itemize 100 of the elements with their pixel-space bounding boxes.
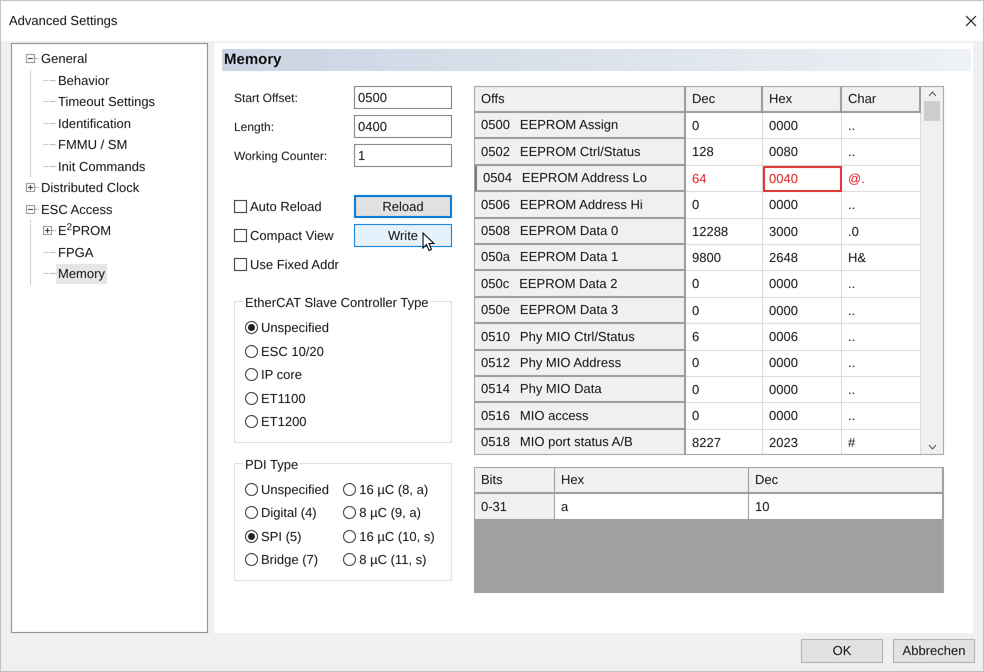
row-header[interactable]: 0514 Phy MIO Data bbox=[475, 376, 686, 404]
row-header[interactable]: 050a EEPROM Data 1 bbox=[475, 244, 686, 272]
dialog-button[interactable]: Abbrechen bbox=[893, 639, 975, 663]
table-cell[interactable]: 0040 bbox=[763, 166, 842, 192]
table-cell[interactable]: 0000 bbox=[763, 113, 842, 140]
column-header[interactable]: Dec bbox=[749, 468, 943, 494]
column-header[interactable]: Char bbox=[842, 87, 921, 113]
row-header[interactable]: 0512 Phy MIO Address bbox=[475, 350, 686, 377]
row-header[interactable]: 0500 EEPROM Assign bbox=[475, 113, 686, 140]
checkbox-label: Auto Reload bbox=[250, 198, 322, 216]
row-header[interactable]: 0504 EEPROM Address Lo bbox=[475, 166, 686, 192]
register-name: EEPROM Data 3 bbox=[520, 301, 618, 320]
input-field[interactable]: 1 bbox=[354, 144, 452, 167]
table-cell[interactable]: 0000 bbox=[763, 403, 842, 430]
row-header[interactable]: 0508 EEPROM Data 0 bbox=[475, 218, 686, 245]
table-cell: 0 bbox=[686, 192, 763, 219]
table-cell: 9800 bbox=[686, 244, 763, 272]
radio-label: 16 µC (10, s) bbox=[359, 528, 435, 546]
register-name: EEPROM Assign bbox=[520, 116, 618, 134]
row-header[interactable]: 0510 Phy MIO Ctrl/Status bbox=[475, 324, 686, 351]
checkbox-label: Use Fixed Addr bbox=[250, 256, 339, 274]
table-cell[interactable]: 0000 bbox=[763, 192, 842, 219]
table-cell[interactable]: 0000 bbox=[763, 376, 842, 404]
table-cell[interactable]: 0006 bbox=[763, 324, 842, 351]
table-cell[interactable]: 0000 bbox=[763, 350, 842, 377]
register-name: MIO port status A/B bbox=[520, 433, 633, 452]
offset-text: 0518 bbox=[481, 433, 510, 452]
tree-item[interactable]: Memory bbox=[56, 264, 107, 284]
tree-item[interactable]: ESC Access bbox=[39, 200, 115, 219]
table-cell: 0 bbox=[686, 298, 763, 324]
offset-text: 0502 bbox=[481, 142, 510, 161]
table-cell[interactable]: 0080 bbox=[763, 139, 842, 166]
register-name: Phy MIO Data bbox=[520, 380, 602, 398]
tree-item[interactable]: Behavior bbox=[56, 70, 112, 90]
radio-label: ET1100 bbox=[261, 390, 306, 408]
row-header[interactable]: 050c EEPROM Data 2 bbox=[475, 271, 686, 298]
table-cell[interactable]: 3000 bbox=[763, 218, 842, 245]
table-cell: 0 bbox=[686, 403, 763, 430]
tree-item[interactable]: Timeout Settings bbox=[56, 92, 158, 112]
row-header[interactable]: 0518 MIO port status A/B bbox=[475, 430, 686, 454]
offset-text: 0510 bbox=[481, 328, 510, 346]
tree-item[interactable]: E$^{2}$PROM bbox=[56, 221, 114, 240]
tree-item[interactable]: Init Commands bbox=[56, 156, 148, 176]
offset-text: 050c bbox=[481, 274, 510, 293]
row-header[interactable]: 0502 EEPROM Ctrl/Status bbox=[475, 139, 686, 166]
table-cell: 8227 bbox=[686, 430, 763, 454]
table-cell: 0 bbox=[686, 271, 763, 298]
table-cell: 10 bbox=[749, 494, 943, 520]
register-name: EEPROM Data 0 bbox=[520, 222, 618, 240]
column-header[interactable]: Dec bbox=[686, 87, 763, 113]
row-header[interactable]: 0506 EEPROM Address Hi bbox=[475, 192, 686, 219]
column-header[interactable]: Hex bbox=[763, 87, 842, 113]
radio-label: ET1200 bbox=[261, 413, 307, 431]
offset-text: 0508 bbox=[481, 222, 510, 240]
offset-text: 0512 bbox=[481, 354, 510, 372]
radio-label: 16 µC (8, a) bbox=[359, 480, 428, 499]
table-cell: 64 bbox=[686, 166, 763, 192]
radio-label: Bridge (7) bbox=[261, 551, 318, 569]
register-name: EEPROM Ctrl/Status bbox=[520, 142, 641, 161]
offset-text: 0506 bbox=[481, 196, 510, 214]
tree-item[interactable]: FMMU / SM bbox=[56, 135, 130, 154]
radio-label: Unspecified bbox=[261, 319, 329, 337]
section-header: Memory bbox=[222, 49, 971, 71]
table-cell[interactable]: 0000 bbox=[763, 298, 842, 324]
table-cell: 0 bbox=[686, 113, 763, 140]
input-field[interactable]: 0500 bbox=[354, 86, 452, 109]
offset-text: 0500 bbox=[481, 116, 510, 134]
register-name: EEPROM Data 2 bbox=[519, 274, 618, 293]
register-name: Phy MIO Ctrl/Status bbox=[520, 328, 635, 346]
dialog-button[interactable]: OK bbox=[801, 639, 883, 663]
radio-label: ESC 10/20 bbox=[261, 342, 324, 360]
action-button[interactable]: Reload bbox=[354, 195, 452, 218]
row-header[interactable]: 050e EEPROM Data 3 bbox=[475, 298, 686, 324]
input-field[interactable]: 0400 bbox=[354, 115, 452, 138]
tree-item[interactable]: FPGA bbox=[56, 242, 96, 262]
register-name: Phy MIO Address bbox=[520, 354, 622, 372]
tree-item[interactable]: General bbox=[39, 49, 90, 68]
radio-label: Unspecified bbox=[261, 480, 329, 499]
field-label: Working Counter: bbox=[234, 148, 328, 164]
window-title: Advanced Settings bbox=[9, 12, 118, 30]
table-cell: 128 bbox=[686, 139, 763, 166]
tree-item[interactable]: Distributed Clock bbox=[39, 178, 142, 198]
table-cell: 0 bbox=[686, 350, 763, 377]
table-cell: a bbox=[555, 494, 749, 520]
action-button[interactable]: Write bbox=[354, 224, 452, 247]
table-cell[interactable]: 0000 bbox=[763, 271, 842, 298]
column-header[interactable]: Bits bbox=[475, 468, 555, 494]
row-header[interactable]: 0516 MIO access bbox=[475, 403, 686, 430]
offset-text: 050a bbox=[481, 248, 510, 266]
radio-label: 8 µC (11, s) bbox=[359, 551, 426, 569]
column-header[interactable]: Hex bbox=[555, 468, 749, 494]
table-cell[interactable]: 2648 bbox=[763, 244, 842, 272]
register-name: EEPROM Address Hi bbox=[520, 196, 643, 214]
register-name: EEPROM Data 1 bbox=[520, 248, 618, 266]
offset-text: 050e bbox=[481, 301, 510, 320]
table-cell[interactable]: 2023 bbox=[763, 430, 842, 454]
register-name: MIO access bbox=[520, 406, 589, 425]
tree-item[interactable]: Identification bbox=[56, 114, 133, 133]
table-cell: 6 bbox=[686, 324, 763, 351]
column-header[interactable]: Offs bbox=[475, 87, 686, 113]
